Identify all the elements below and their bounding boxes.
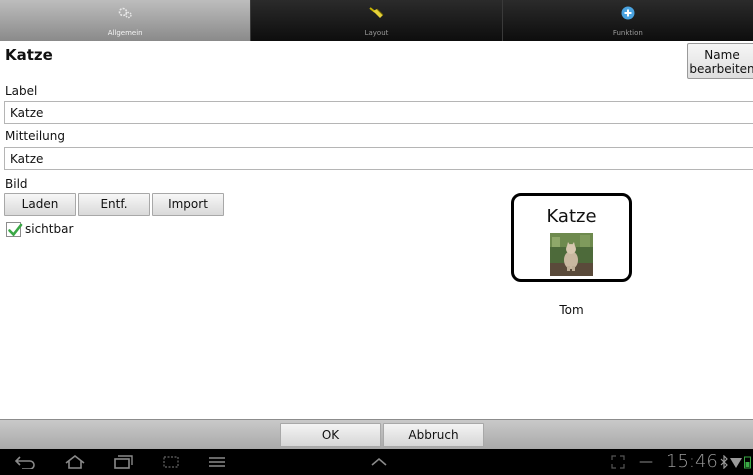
bluetooth-icon <box>718 454 730 470</box>
menu-icon[interactable] <box>206 454 228 470</box>
ok-button[interactable]: OK <box>280 423 381 447</box>
system-navigation-bar: — 15:46 <box>0 449 753 475</box>
cat-photo-image <box>550 233 593 276</box>
page-title: Katze <box>5 46 53 64</box>
image-caption: Bild <box>5 177 28 191</box>
tab-funktion[interactable]: Funktion <box>502 0 753 41</box>
chevron-up-icon[interactable] <box>368 454 390 470</box>
message-caption: Mitteilung <box>5 129 65 143</box>
paintbrush-icon <box>368 6 384 20</box>
gears-icon <box>117 6 133 20</box>
label-input[interactable]: Katze <box>4 101 753 124</box>
tab-label: Layout <box>364 29 389 37</box>
edit-name-label-line1: Name <box>704 48 740 62</box>
voice-name: Tom <box>559 303 584 317</box>
tab-label: Funktion <box>612 29 643 37</box>
back-icon[interactable] <box>14 454 36 470</box>
load-image-button[interactable]: Laden <box>4 193 76 216</box>
tab-layout[interactable]: Layout <box>251 0 503 41</box>
tab-label: Allgemein <box>107 29 143 37</box>
edit-name-label-line2: bearbeiten <box>689 62 753 76</box>
checkmark-icon <box>8 223 23 237</box>
import-image-button[interactable]: Import <box>152 193 224 216</box>
message-input[interactable]: Katze <box>4 147 753 170</box>
tab-allgemein[interactable]: Allgemein <box>0 0 252 41</box>
visible-checkbox-label: sichtbar <box>25 222 74 236</box>
recent-apps-icon[interactable] <box>112 454 134 470</box>
visible-checkbox[interactable] <box>6 222 23 237</box>
edit-name-button[interactable]: Name bearbeiten <box>687 43 753 79</box>
battery-icon <box>743 454 751 470</box>
plus-circle-icon <box>620 6 636 20</box>
clock: 15:46 <box>666 451 718 472</box>
expand-icon[interactable] <box>610 454 626 470</box>
label-caption: Label <box>5 84 38 98</box>
action-bar: OK Abbruch <box>0 419 753 449</box>
button-preview-card: Katze <box>511 193 632 282</box>
tab-bar: Allgemein Layout Funktion <box>0 0 753 41</box>
wifi-signal-icon <box>730 454 742 470</box>
home-icon[interactable] <box>64 454 86 470</box>
separator-dash: — <box>639 454 653 470</box>
remove-image-button[interactable]: Entf. <box>78 193 150 216</box>
preview-label: Katze <box>546 206 597 227</box>
screenshot-icon[interactable] <box>160 454 182 470</box>
cancel-button[interactable]: Abbruch <box>383 423 484 447</box>
